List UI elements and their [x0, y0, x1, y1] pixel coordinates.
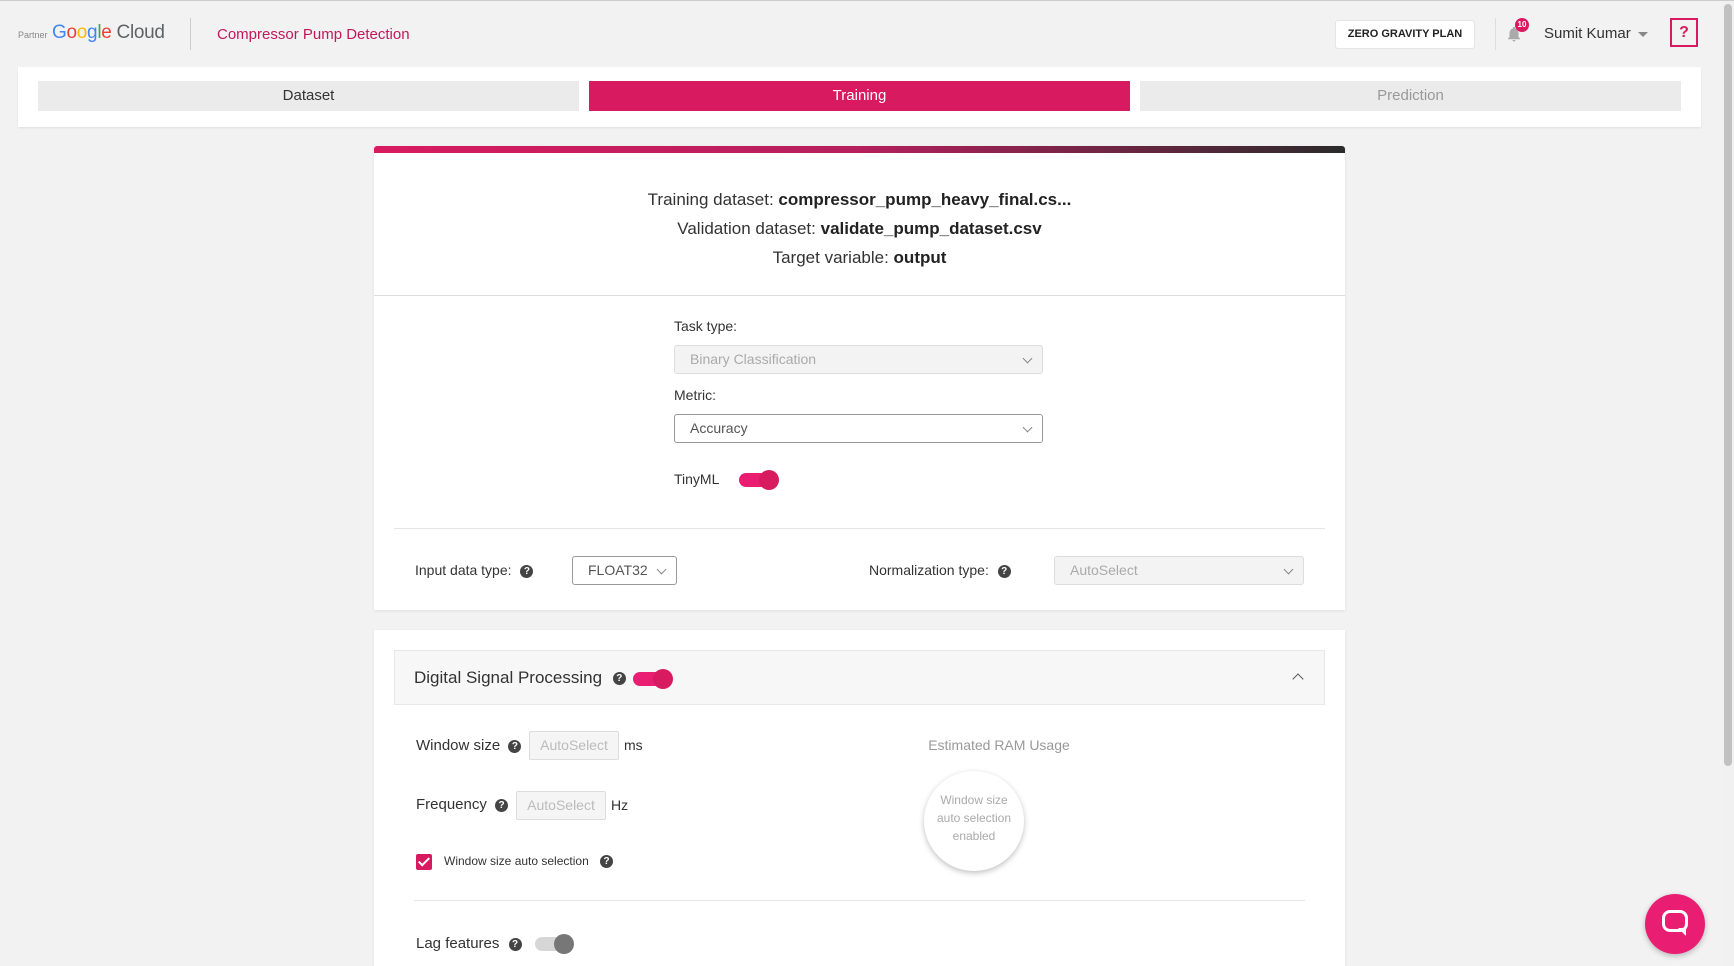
- target-variable-line: Target variable: output: [374, 248, 1345, 268]
- help-circle-icon[interactable]: ?: [612, 672, 626, 686]
- ram-status-line: auto selection: [936, 811, 1012, 825]
- chat-widget-button[interactable]: [1645, 894, 1705, 954]
- tab-prediction: Prediction: [1140, 81, 1681, 111]
- normalization-type-label: Normalization type: ?: [869, 562, 1011, 578]
- dsp-toggle[interactable]: [633, 669, 673, 689]
- target-variable-value: output: [893, 248, 947, 267]
- partner-label: Partner: [18, 30, 48, 40]
- help-button[interactable]: ?: [1670, 18, 1698, 47]
- app-title[interactable]: Compressor Pump Detection: [217, 26, 410, 43]
- ram-usage-indicator: Window size auto selection enabled: [924, 771, 1024, 871]
- validation-dataset-value: validate_pump_dataset.csv: [820, 219, 1042, 238]
- plan-button[interactable]: ZERO GRAVITY PLAN: [1335, 20, 1475, 49]
- logo-letter: e: [101, 22, 112, 43]
- toggle-knob: [554, 934, 574, 954]
- input-data-type-value: FLOAT32: [588, 562, 648, 578]
- normalization-type-select: AutoSelect: [1054, 556, 1304, 585]
- section-divider: [394, 528, 1325, 529]
- input-data-type-label: Input data type: ?: [415, 562, 534, 578]
- dsp-card: Digital Signal Processing ? Window size …: [374, 630, 1345, 966]
- dsp-title-text: Digital Signal Processing: [414, 668, 603, 687]
- window-size-unit: ms: [624, 737, 643, 753]
- help-circle-icon[interactable]: ?: [495, 798, 509, 812]
- normalization-type-value: AutoSelect: [1070, 562, 1138, 578]
- normalization-type-text: Normalization type:: [869, 562, 989, 578]
- chevron-down-icon: [656, 564, 667, 575]
- scrollbar-thumb[interactable]: [1724, 4, 1732, 766]
- training-config-card: Training dataset: compressor_pump_heavy_…: [374, 146, 1345, 610]
- logo-letter: o: [76, 22, 88, 43]
- frequency-text: Frequency: [416, 796, 487, 813]
- validation-dataset-line: Validation dataset: validate_pump_datase…: [374, 219, 1345, 239]
- help-circle-icon[interactable]: ?: [600, 855, 614, 869]
- lag-features-label: Lag features ?: [416, 935, 522, 952]
- card-divider: [374, 295, 1345, 296]
- task-type-value: Binary Classification: [690, 351, 817, 367]
- window-size-text: Window size: [416, 737, 501, 754]
- chevron-down-icon: [1022, 353, 1033, 364]
- user-name[interactable]: Sumit Kumar: [1544, 25, 1631, 42]
- input-data-type-text: Input data type:: [415, 562, 512, 578]
- window-size-label: Window size ?: [416, 737, 522, 754]
- notification-badge: 10: [1515, 18, 1529, 32]
- tinyml-toggle[interactable]: [739, 470, 779, 490]
- page-scrollbar[interactable]: [1722, 1, 1734, 966]
- tab-training[interactable]: Training: [589, 81, 1130, 111]
- input-data-type-select[interactable]: FLOAT32: [572, 556, 677, 585]
- metric-value: Accuracy: [690, 420, 748, 436]
- chevron-down-icon: [1283, 564, 1294, 575]
- window-auto-selection-label: Window size auto selection ?: [444, 854, 614, 869]
- tab-dataset[interactable]: Dataset: [38, 81, 579, 111]
- validation-dataset-label: Validation dataset:: [677, 219, 821, 238]
- chevron-down-icon[interactable]: [1638, 32, 1648, 37]
- window-auto-selection-text: Window size auto selection: [444, 854, 589, 868]
- frequency-unit: Hz: [611, 797, 629, 813]
- step-tabs: Dataset Training Prediction: [18, 67, 1701, 127]
- metric-label: Metric:: [674, 387, 716, 403]
- chat-bubble-tail: [1678, 928, 1686, 936]
- task-type-select: Binary Classification: [674, 345, 1043, 374]
- header-divider: [1495, 18, 1496, 50]
- logo-letter: g: [87, 22, 98, 43]
- google-cloud-logo[interactable]: Google Cloud: [52, 22, 165, 44]
- estimated-ram-title: Estimated RAM Usage: [928, 737, 1070, 753]
- training-dataset-value: compressor_pump_heavy_final.cs...: [778, 190, 1072, 209]
- chevron-down-icon: [1022, 422, 1033, 433]
- dsp-divider: [414, 900, 1305, 901]
- lag-features-toggle[interactable]: [535, 934, 574, 954]
- chevron-up-icon[interactable]: [1292, 673, 1304, 685]
- help-circle-icon[interactable]: ?: [520, 564, 534, 578]
- target-variable-label: Target variable:: [772, 248, 894, 267]
- training-dataset-label: Training dataset:: [647, 190, 779, 209]
- header-divider: [190, 18, 191, 50]
- window-size-input: AutoSelect: [529, 731, 619, 760]
- dsp-title: Digital Signal Processing ?: [414, 668, 626, 688]
- lag-features-text: Lag features: [416, 935, 500, 952]
- top-header: Partner Google Cloud Compressor Pump Dete…: [0, 1, 1722, 67]
- logo-letter: o: [66, 22, 77, 43]
- frequency-input: AutoSelect: [516, 791, 606, 820]
- frequency-label: Frequency ?: [416, 796, 509, 813]
- ram-status-line: Window size: [940, 793, 1008, 807]
- card-accent-bar: [374, 146, 1345, 153]
- dsp-header[interactable]: Digital Signal Processing ?: [394, 650, 1325, 705]
- training-dataset-line: Training dataset: compressor_pump_heavy_…: [374, 190, 1345, 210]
- logo-letter: G: [52, 22, 67, 43]
- ram-status-line: enabled: [952, 829, 996, 843]
- logo-cloud-word: Cloud: [116, 22, 165, 43]
- help-circle-icon[interactable]: ?: [508, 937, 522, 951]
- toggle-knob: [759, 470, 779, 490]
- help-circle-icon[interactable]: ?: [508, 739, 522, 753]
- help-circle-icon[interactable]: ?: [997, 564, 1011, 578]
- task-type-label: Task type:: [674, 318, 738, 334]
- metric-select[interactable]: Accuracy: [674, 414, 1043, 443]
- toggle-knob: [653, 669, 673, 689]
- window-auto-selection-checkbox[interactable]: [416, 854, 432, 870]
- tinyml-label: TinyML: [674, 471, 720, 487]
